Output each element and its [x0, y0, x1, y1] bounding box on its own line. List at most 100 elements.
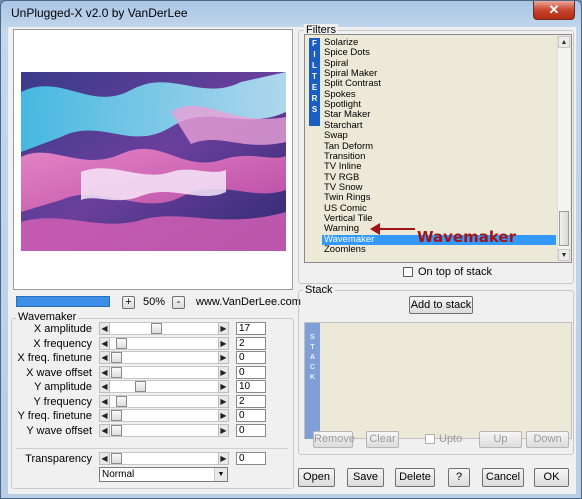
- param-label: X amplitude: [33, 323, 92, 335]
- arrow-left-icon[interactable]: ◀: [99, 337, 110, 350]
- slider-thumb[interactable]: [111, 352, 122, 363]
- window-title: UnPlugged-X v2.0 by VanDerLee: [11, 6, 188, 20]
- slider-thumb[interactable]: [151, 323, 162, 334]
- help-button[interactable]: ?: [448, 468, 470, 487]
- zoom-out-button[interactable]: -: [172, 296, 185, 309]
- param-value[interactable]: 2: [236, 337, 266, 350]
- arrow-right-icon[interactable]: ▶: [218, 366, 229, 379]
- slider-thumb[interactable]: [111, 425, 122, 436]
- wave-preview-graphic: [21, 72, 286, 251]
- transparency-slider[interactable]: ◀ ▶: [99, 452, 229, 465]
- param-slider[interactable]: ◀ ▶: [99, 409, 229, 422]
- dialog-client: + 50% - www.VanDerLee.com Wavemaker X am…: [8, 24, 576, 494]
- param-slider[interactable]: ◀ ▶: [99, 424, 229, 437]
- arrow-left-icon[interactable]: ◀: [99, 351, 110, 364]
- upto-label: Upto: [439, 433, 463, 445]
- param-label: X freq. finetune: [17, 352, 92, 364]
- chevron-down-icon[interactable]: ▼: [214, 468, 227, 481]
- arrow-right-icon[interactable]: ▶: [218, 337, 229, 350]
- arrow-right-icon[interactable]: ▶: [218, 322, 229, 335]
- blend-mode-select[interactable]: Normal ▼: [99, 467, 228, 482]
- arrow-left-icon[interactable]: ◀: [99, 424, 110, 437]
- up-button[interactable]: Up: [479, 431, 522, 448]
- filter-item[interactable]: Zoomlens: [324, 245, 366, 255]
- arrow-left-icon[interactable]: ◀: [99, 380, 110, 393]
- scroll-up-icon[interactable]: ▲: [558, 36, 570, 48]
- filter-item[interactable]: Split Contrast: [324, 79, 381, 89]
- plugin-window: UnPlugged-X v2.0 by VanDerLee ✕ + 50% - …: [0, 0, 582, 499]
- arrow-right-icon[interactable]: ▶: [218, 351, 229, 364]
- arrow-right-icon[interactable]: ▶: [218, 409, 229, 422]
- filter-item[interactable]: Warning: [324, 224, 359, 234]
- save-button[interactable]: Save: [347, 468, 384, 487]
- arrow-left-icon[interactable]: ◀: [99, 409, 110, 422]
- ok-button[interactable]: OK: [534, 468, 569, 487]
- close-button[interactable]: ✕: [533, 1, 575, 20]
- filter-item[interactable]: Swap: [324, 131, 348, 141]
- arrow-right-icon[interactable]: ▶: [218, 424, 229, 437]
- filter-item[interactable]: Twin Rings: [324, 193, 370, 203]
- progress-bar: [16, 296, 110, 307]
- website-link[interactable]: www.VanDerLee.com: [196, 296, 301, 308]
- filter-item[interactable]: TV Inline: [324, 162, 362, 172]
- param-slider[interactable]: ◀ ▶: [99, 366, 229, 379]
- stack-listbox[interactable]: STACK: [304, 322, 572, 439]
- zoom-level: 50%: [143, 296, 166, 308]
- filters-vertical-tab: FILTERS: [309, 38, 320, 126]
- annotation-label: Wavemaker: [417, 228, 516, 246]
- transparency-value[interactable]: 0: [236, 452, 266, 465]
- filter-item[interactable]: Star Maker: [324, 110, 370, 120]
- open-button[interactable]: Open: [298, 468, 335, 487]
- arrow-left-icon[interactable]: ◀: [99, 366, 110, 379]
- slider-thumb[interactable]: [135, 381, 146, 392]
- arrow-right-icon[interactable]: ▶: [218, 395, 229, 408]
- param-value[interactable]: 0: [236, 409, 266, 422]
- annotation-arrow-head-icon: [370, 223, 380, 235]
- blend-mode-value: Normal: [102, 469, 135, 480]
- arrow-right-icon[interactable]: ▶: [218, 380, 229, 393]
- scroll-thumb[interactable]: [559, 211, 569, 246]
- upto-checkbox[interactable]: [425, 434, 435, 444]
- param-value[interactable]: 10: [236, 380, 266, 393]
- annotation-arrow-shaft: [378, 228, 415, 230]
- param-value[interactable]: 0: [236, 351, 266, 364]
- slider-thumb[interactable]: [116, 338, 127, 349]
- preview-image[interactable]: [21, 72, 286, 251]
- slider-thumb[interactable]: [111, 453, 122, 464]
- param-label: Y frequency: [33, 396, 92, 408]
- remove-button[interactable]: Remove: [313, 431, 355, 448]
- filter-item[interactable]: Spice Dots: [324, 48, 370, 58]
- slider-thumb[interactable]: [111, 367, 122, 378]
- arrow-left-icon[interactable]: ◀: [99, 322, 110, 335]
- clear-button[interactable]: Clear: [366, 431, 399, 448]
- on-top-checkbox[interactable]: [403, 267, 413, 277]
- param-value[interactable]: 0: [236, 366, 266, 379]
- down-button[interactable]: Down: [526, 431, 569, 448]
- cancel-button[interactable]: Cancel: [482, 468, 524, 487]
- filter-scrollbar[interactable]: ▲ ▼: [557, 36, 570, 261]
- param-value[interactable]: 0: [236, 424, 266, 437]
- parameters-group-title: Wavemaker: [16, 311, 79, 323]
- arrow-right-icon[interactable]: ▶: [218, 452, 229, 465]
- param-slider[interactable]: ◀ ▶: [99, 395, 229, 408]
- title-bar: UnPlugged-X v2.0 by VanDerLee ✕: [1, 1, 581, 27]
- param-slider[interactable]: ◀ ▶: [99, 380, 229, 393]
- arrow-left-icon[interactable]: ◀: [99, 395, 110, 408]
- param-value[interactable]: 17: [236, 322, 266, 335]
- param-slider[interactable]: ◀ ▶: [99, 337, 229, 350]
- zoom-in-button[interactable]: +: [122, 296, 135, 309]
- param-label: X wave offset: [26, 367, 92, 379]
- param-slider[interactable]: ◀ ▶: [99, 351, 229, 364]
- arrow-left-icon[interactable]: ◀: [99, 452, 110, 465]
- slider-thumb[interactable]: [116, 396, 127, 407]
- delete-button[interactable]: Delete: [395, 468, 435, 487]
- scroll-down-icon[interactable]: ▼: [558, 249, 570, 261]
- stack-group-title: Stack: [303, 284, 335, 296]
- preview-panel: [13, 29, 293, 290]
- add-to-stack-button[interactable]: Add to stack: [409, 296, 473, 314]
- stack-vertical-tab: STACK: [305, 323, 320, 439]
- param-label: Y freq. finetune: [17, 410, 92, 422]
- param-slider[interactable]: ◀ ▶: [99, 322, 229, 335]
- slider-thumb[interactable]: [111, 410, 122, 421]
- param-value[interactable]: 2: [236, 395, 266, 408]
